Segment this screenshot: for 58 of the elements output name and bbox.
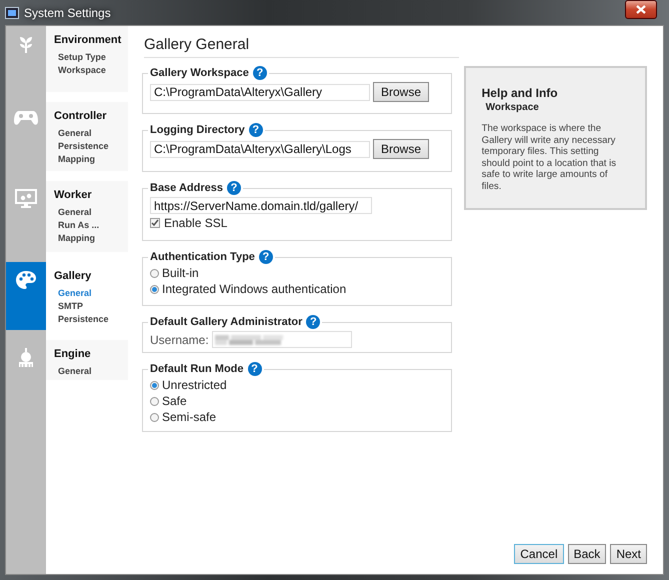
help-title: Help and Info [482, 86, 559, 100]
help-icon[interactable]: ? [226, 181, 241, 195]
group-title: Logging Directory [150, 124, 245, 136]
username-field[interactable] [212, 331, 352, 348]
footer-button[interactable]: Next [610, 544, 647, 564]
help-icon[interactable]: ? [306, 315, 320, 329]
nav-section-title: Environment [54, 34, 122, 46]
group-title: Authentication Type [150, 251, 255, 263]
nav-section-title: Worker [54, 189, 93, 201]
help-subtitle: Workspace [486, 102, 540, 113]
nav-item[interactable]: Persistence [58, 313, 128, 326]
help-text: The workspace is where the Gallery will write any necessary temporary files. This setting should point to a location that is safe to write large amounts of files. [482, 123, 618, 192]
path-field[interactable]: C:\ProgramData\Alteryx\Gallery\Logs [150, 140, 370, 158]
group-title: Gallery Workspace [150, 67, 249, 79]
url-field[interactable]: https://ServerName.domain.tld/gallery/ [150, 197, 372, 214]
radio-option[interactable]: Built-in [150, 266, 445, 280]
nav-item[interactable]: General [58, 206, 128, 219]
radio-option[interactable]: Safe [150, 394, 445, 408]
nav-item[interactable]: General [58, 127, 128, 140]
group-title: Base Address [150, 182, 223, 194]
window-title: System Settings [24, 6, 111, 20]
nav-item[interactable]: Workspace [58, 64, 128, 77]
username-label: Username: [150, 332, 209, 346]
engine-icon [16, 348, 36, 370]
help-icon[interactable]: ? [248, 123, 263, 137]
footer-button[interactable]: Back [568, 544, 606, 564]
checkmark-icon [151, 219, 159, 227]
nav-item[interactable]: SMTP [58, 300, 128, 313]
nav-section-title: Engine [54, 348, 92, 360]
nav-section-title: Controller [54, 110, 108, 122]
radio-option[interactable]: Semi-safe [150, 410, 445, 424]
close-icon[interactable] [625, 0, 657, 19]
app-icon [5, 6, 19, 18]
group-title: Default Run Mode [150, 363, 244, 375]
nav-item[interactable]: Run As ... [58, 219, 128, 232]
redacted-drawing [214, 334, 285, 344]
browse-button[interactable]: Browse [373, 82, 430, 102]
monitor-icon [15, 189, 37, 209]
help-icon[interactable]: ? [248, 362, 262, 376]
nav-item[interactable]: General [58, 365, 128, 378]
radio-option[interactable]: Integrated Windows authentication [150, 282, 445, 296]
nav-item[interactable]: Persistence [58, 140, 128, 153]
nav-section-title: Gallery [54, 270, 92, 282]
page-title: Gallery General [144, 36, 459, 58]
nav-item[interactable]: Mapping [58, 153, 128, 166]
group-title: Default Gallery Administrator [150, 316, 302, 328]
ssl-checkbox[interactable]: Enable SSL [150, 216, 445, 230]
radio-option[interactable]: Unrestricted [150, 378, 445, 392]
nav-item[interactable]: Mapping [58, 232, 128, 245]
nav-item[interactable]: General [58, 287, 128, 300]
nav-item[interactable]: Setup Type [58, 51, 128, 64]
browse-button[interactable]: Browse [373, 139, 430, 159]
footer-button[interactable]: Cancel [514, 544, 564, 564]
palette-icon [15, 270, 37, 290]
help-icon[interactable]: ? [258, 250, 273, 264]
path-field[interactable]: C:\ProgramData\Alteryx\Gallery [150, 84, 370, 100]
help-icon[interactable]: ? [252, 66, 267, 80]
gamepad-icon [14, 110, 38, 126]
